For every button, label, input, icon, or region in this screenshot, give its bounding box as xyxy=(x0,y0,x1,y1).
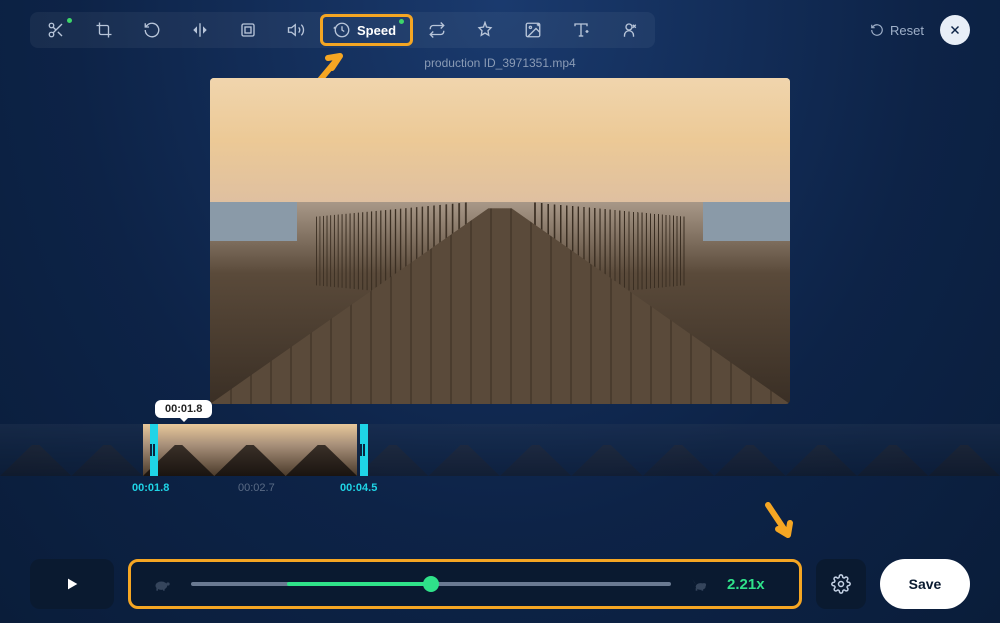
timeline-tooltip: 00:01.8 xyxy=(155,400,212,418)
image-add-button[interactable] xyxy=(509,14,557,46)
cut-button[interactable] xyxy=(32,14,80,46)
timeline-thumb xyxy=(714,424,785,476)
reset-button[interactable]: Reset xyxy=(870,23,924,38)
speed-slider-thumb[interactable] xyxy=(423,576,439,592)
turtle-icon xyxy=(153,574,173,594)
time-label: 00:04.5 xyxy=(340,482,377,494)
timeline-thumb xyxy=(571,424,642,476)
toolbar: Speed Reset xyxy=(0,0,1000,60)
tool-group: Speed xyxy=(30,12,655,48)
speed-value: 2.21x xyxy=(727,576,777,593)
timeline-thumb xyxy=(0,424,71,476)
loop-button[interactable] xyxy=(413,14,461,46)
timeline-thumb xyxy=(429,424,500,476)
timeline-thumb xyxy=(500,424,571,476)
flip-button[interactable] xyxy=(176,14,224,46)
timeline-thumb xyxy=(71,424,142,476)
save-button[interactable]: Save xyxy=(880,559,970,609)
selection-handle-left[interactable] xyxy=(150,424,158,476)
crop-button[interactable] xyxy=(80,14,128,46)
timeline-thumb xyxy=(286,424,357,476)
close-button[interactable] xyxy=(940,15,970,45)
annotation-arrow-down xyxy=(756,499,800,543)
reset-label: Reset xyxy=(890,23,924,38)
speed-button-label: Speed xyxy=(357,23,396,38)
time-labels: 00:01.8 00:02.7 00:04.5 xyxy=(0,482,1000,498)
speed-slider-fill xyxy=(287,582,431,586)
timeline: 00:01.8 00:01.8 00:02.7 00:04.5 xyxy=(0,424,1000,498)
speed-button[interactable]: Speed xyxy=(320,14,413,46)
play-button[interactable] xyxy=(30,559,114,609)
timeline-thumb xyxy=(928,424,999,476)
save-button-label: Save xyxy=(909,576,942,592)
toolbar-right: Reset xyxy=(870,15,970,45)
timeline-strip[interactable] xyxy=(0,424,1000,476)
remove-bg-button[interactable] xyxy=(605,14,653,46)
rotate-button[interactable] xyxy=(128,14,176,46)
filename-label: production ID_3971351.mp4 xyxy=(0,56,1000,70)
time-label: 00:02.7 xyxy=(238,482,275,494)
timeline-thumb xyxy=(643,424,714,476)
rabbit-icon xyxy=(689,574,709,594)
settings-button[interactable] xyxy=(816,559,866,609)
resize-button[interactable] xyxy=(224,14,272,46)
time-label: 00:01.8 xyxy=(132,482,169,494)
video-preview[interactable] xyxy=(210,78,790,404)
speed-panel: 2.21x xyxy=(128,559,802,609)
timeline-thumb xyxy=(786,424,857,476)
speed-slider[interactable] xyxy=(191,582,671,586)
stabilize-button[interactable] xyxy=(461,14,509,46)
timeline-thumb xyxy=(214,424,285,476)
text-add-button[interactable] xyxy=(557,14,605,46)
selection-handle-right[interactable] xyxy=(360,424,368,476)
volume-button[interactable] xyxy=(272,14,320,46)
timeline-thumb xyxy=(857,424,928,476)
bottom-bar: 2.21x Save xyxy=(30,559,970,609)
